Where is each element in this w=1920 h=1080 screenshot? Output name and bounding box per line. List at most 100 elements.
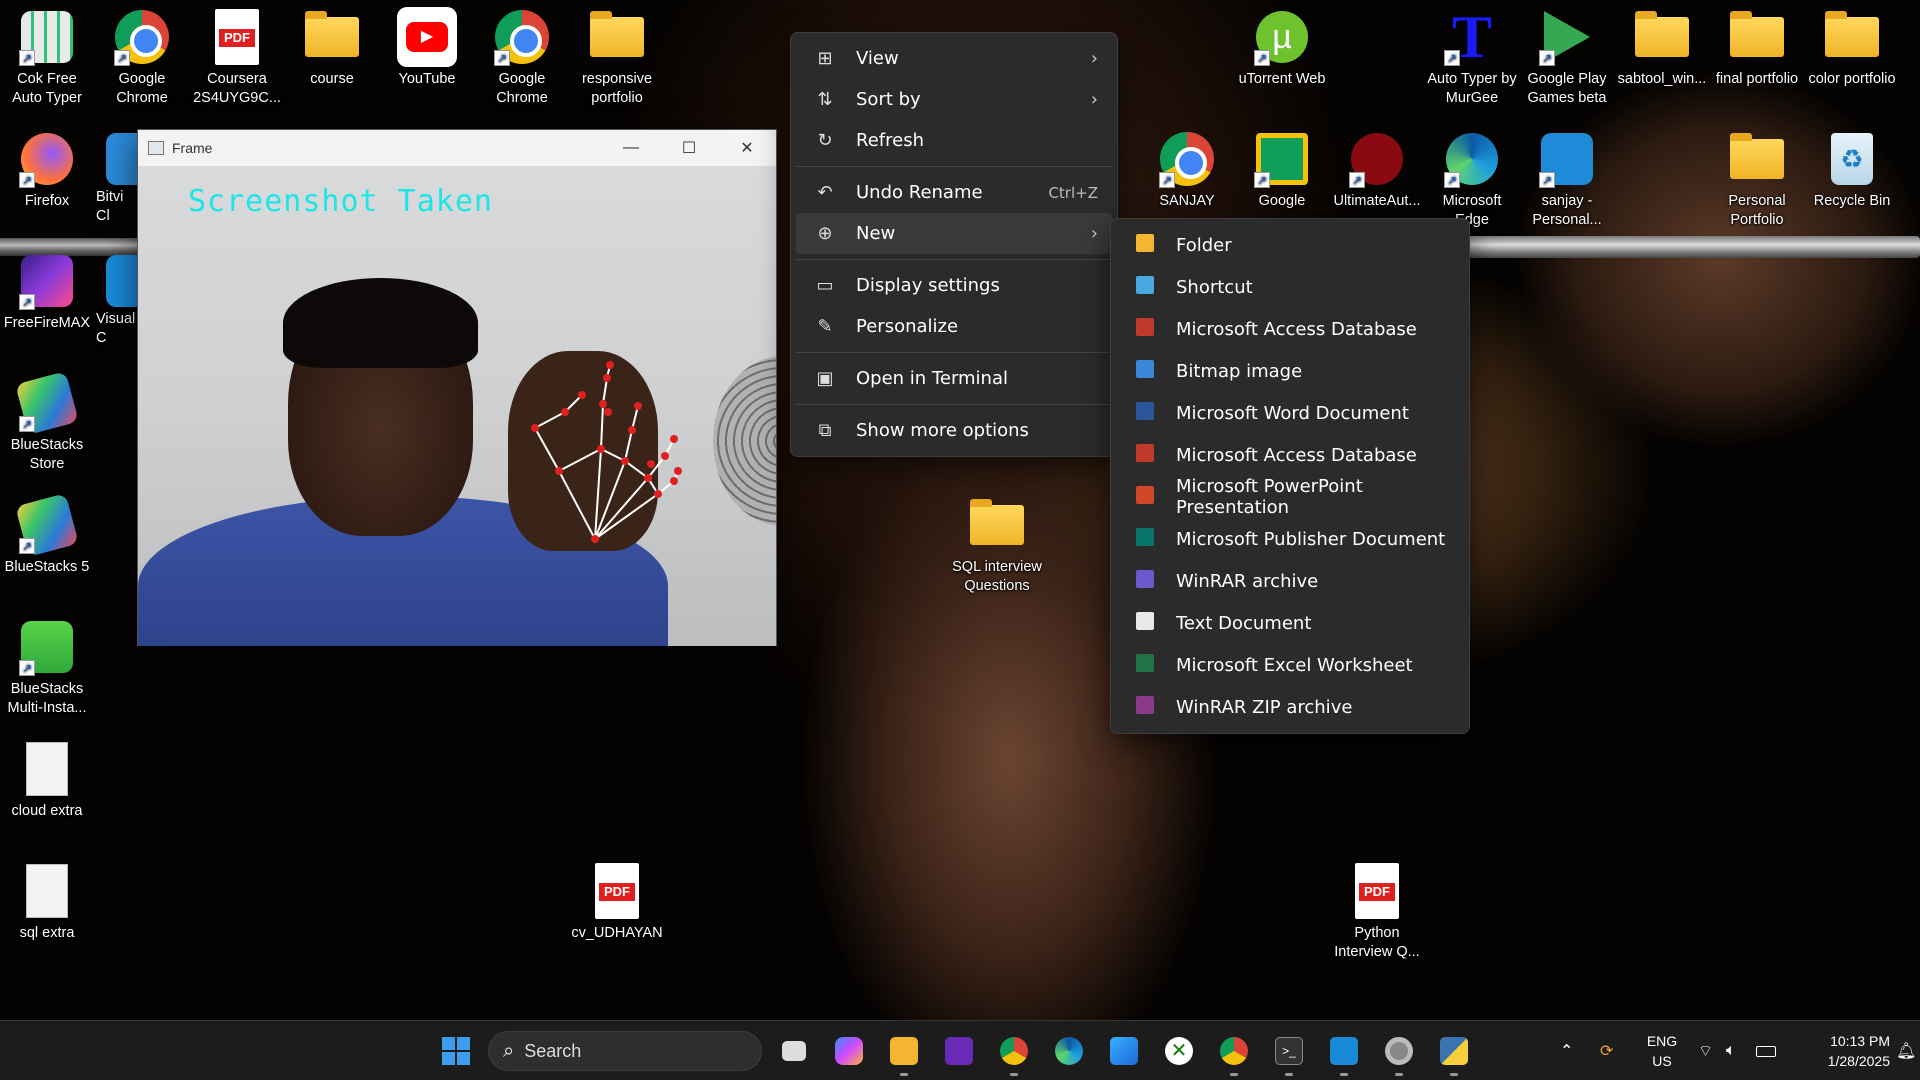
taskbar-file-explorer[interactable]: [884, 1031, 924, 1076]
battery-icon: [1756, 1045, 1776, 1057]
desktop-icon-firefox[interactable]: ↗ Firefox: [1, 130, 93, 211]
menu-item-show-more-options[interactable]: ⧉ Show more options: [796, 410, 1112, 451]
desktop-icon-recycle-bin[interactable]: ♻ Recycle Bin: [1806, 130, 1898, 211]
desktop-icon-cok-free-auto-typer[interactable]: ↗ Cok Free Auto Typer: [1, 8, 93, 108]
menu-item-sort-by[interactable]: ⇅ Sort by ›: [796, 79, 1112, 120]
new-winrar-archive[interactable]: WinRAR archive: [1116, 560, 1464, 602]
desktop-icon-google-chrome-2[interactable]: ↗ Google Chrome: [476, 8, 568, 108]
desktop-icon-personal-portfolio[interactable]: Personal Portfolio: [1711, 130, 1803, 230]
volume-icon: 🔈︎: [1726, 1042, 1736, 1059]
taskbar-chrome-2[interactable]: [1214, 1031, 1254, 1076]
taskbar-xbox[interactable]: ✕: [1159, 1031, 1199, 1071]
desktop-icon-sabtool-folder[interactable]: sabtool_win...: [1616, 8, 1708, 89]
desktop-icon-bluestacks-multi[interactable]: ↗ BlueStacks Multi-Insta...: [1, 618, 93, 718]
desktop-icon-bitvise[interactable]: Bitvi Cl: [96, 130, 140, 226]
menu-separator: [796, 352, 1112, 353]
menu-item-open-in-terminal[interactable]: ▣ Open in Terminal: [796, 358, 1112, 399]
desktop-icon-ultimate-auto[interactable]: ↗ UltimateAut...: [1331, 130, 1423, 211]
taskbar-settings[interactable]: [1379, 1031, 1419, 1076]
desktop-icon-course-folder[interactable]: course: [286, 8, 378, 89]
desktop-icon-sql-extra[interactable]: sql extra: [1, 862, 93, 943]
new-winrar-zip-archive[interactable]: WinRAR ZIP archive: [1116, 686, 1464, 728]
desktop-icon-bluestacks-store[interactable]: ↗ BlueStacks Store: [1, 371, 93, 474]
new-access-database[interactable]: Microsoft Access Database: [1116, 308, 1464, 350]
excel-icon: [1136, 653, 1154, 672]
start-button[interactable]: [436, 1031, 476, 1071]
desktop-icon-google-classroom[interactable]: ↗ Google: [1236, 130, 1328, 211]
tray-battery[interactable]: [1756, 1021, 1776, 1080]
desktop-icon-final-portfolio[interactable]: final portfolio: [1711, 8, 1803, 89]
close-button[interactable]: ✕: [718, 130, 776, 166]
desktop-icon-cv-udhayan[interactable]: PDF cv_UDHAYAN: [571, 862, 663, 943]
frame-window[interactable]: Frame — ☐ ✕ Screenshot Taken: [137, 129, 777, 646]
tray-wifi[interactable]: ⌔: [1698, 1021, 1713, 1080]
chrome-icon: [1000, 1037, 1028, 1065]
undo-icon: ↶: [817, 182, 833, 203]
menu-item-display-settings[interactable]: ▭ Display settings: [796, 265, 1112, 306]
menu-item-personalize[interactable]: ✎ Personalize: [796, 306, 1112, 347]
desktop-icon-utorrent-web[interactable]: µ ↗ uTorrent Web: [1236, 8, 1328, 89]
new-excel-worksheet[interactable]: Microsoft Excel Worksheet: [1116, 644, 1464, 686]
maximize-button[interactable]: ☐: [660, 130, 718, 166]
desktop-icon-onedrive-personal[interactable]: ↗ sanjay - Personal...: [1521, 130, 1613, 230]
desktop-icon-visual-studio-code[interactable]: Visual C: [96, 252, 140, 348]
bitmap-icon: [1136, 359, 1154, 378]
desktop-icon-auto-typer-murgee[interactable]: T ↗ Auto Typer by MurGee: [1426, 7, 1518, 108]
taskbar-copilot[interactable]: [829, 1031, 869, 1071]
search-placeholder: Search: [524, 1040, 582, 1061]
taskbar-app-purple[interactable]: [939, 1031, 979, 1071]
desktop-icon-bluestacks-5[interactable]: ↗ BlueStacks 5: [1, 493, 93, 577]
bitvise-icon: [106, 133, 140, 185]
menu-item-view[interactable]: ⊞ View ›: [796, 38, 1112, 79]
desktop-icon-microsoft-edge[interactable]: ↗ Microsoft Edge: [1426, 130, 1518, 230]
new-shortcut[interactable]: Shortcut: [1116, 266, 1464, 308]
desktop-icon-freefire-max[interactable]: ↗ FreeFireMAX: [1, 252, 93, 333]
desktop-icon-sanjay-chrome[interactable]: ↗ SANJAY: [1141, 130, 1233, 211]
new-bitmap-image[interactable]: Bitmap image: [1116, 350, 1464, 392]
new-text-document[interactable]: Text Document: [1116, 602, 1464, 644]
new-folder[interactable]: Folder: [1116, 224, 1464, 266]
text-file-icon: [26, 742, 68, 796]
desktop-icon-google-play-games[interactable]: ↗ Google Play Games beta: [1521, 8, 1613, 108]
clock[interactable]: 10:13 PM 1/28/2025: [1790, 1031, 1890, 1071]
taskbar-terminal[interactable]: >_: [1269, 1031, 1309, 1076]
taskbar-python[interactable]: [1434, 1031, 1474, 1076]
powerpoint-icon: [1136, 485, 1154, 504]
tray-notifications[interactable]: 🔔︎: [1896, 1021, 1916, 1080]
desktop-icon-youtube[interactable]: ▶ YouTube: [381, 7, 473, 89]
desktop-icon-sql-interview-questions[interactable]: SQL interview Questions: [951, 496, 1043, 596]
copilot-icon: [835, 1037, 863, 1065]
language-indicator[interactable]: ENG US: [1640, 1031, 1684, 1071]
taskbar-photos[interactable]: [1104, 1031, 1144, 1071]
taskbar-search[interactable]: ⌕ Search: [488, 1031, 762, 1071]
desktop-icon-color-portfolio[interactable]: color portfolio: [1806, 8, 1898, 89]
search-icon: ⌕: [503, 1039, 515, 1062]
new-word-document[interactable]: Microsoft Word Document: [1116, 392, 1464, 434]
file-explorer-icon: [890, 1037, 918, 1065]
minimize-button[interactable]: —: [602, 130, 660, 166]
shortcut-icon: [1136, 275, 1154, 294]
new-publisher-document[interactable]: Microsoft Publisher Document: [1116, 518, 1464, 560]
desktop-icon-python-interview[interactable]: PDF Python Interview Q...: [1331, 862, 1423, 962]
desktop-icon-coursera-pdf[interactable]: PDF Coursera 2S4UYG9C...: [191, 8, 283, 108]
desktop-icon-responsive-portfolio[interactable]: responsive portfolio: [571, 8, 663, 108]
winrar-zip-icon: [1136, 695, 1154, 714]
menu-item-refresh[interactable]: ↻ Refresh: [796, 120, 1112, 161]
desktop-icon-google-chrome[interactable]: ↗ Google Chrome: [96, 8, 188, 108]
taskbar-vscode[interactable]: [1324, 1031, 1364, 1076]
desktop-icon-cloud-extra[interactable]: cloud extra: [1, 740, 93, 821]
taskbar-task-view[interactable]: [774, 1031, 814, 1071]
tray-overflow[interactable]: ⌃: [1560, 1021, 1573, 1080]
desktop-context-menu[interactable]: ⊞ View › ⇅ Sort by › ↻ Refresh ↶ Undo Re…: [790, 32, 1118, 457]
new-submenu[interactable]: Folder Shortcut Microsoft Access Databas…: [1110, 218, 1470, 734]
new-access-database-2[interactable]: Microsoft Access Database: [1116, 434, 1464, 476]
taskbar-edge[interactable]: [1049, 1031, 1089, 1071]
tray-volume[interactable]: 🔈︎: [1726, 1021, 1736, 1080]
menu-item-new[interactable]: ⊕ New ›: [796, 213, 1112, 254]
wallpaper-barbell: [1460, 236, 1920, 258]
taskbar-chrome[interactable]: [994, 1031, 1034, 1076]
new-powerpoint-presentation[interactable]: Microsoft PowerPoint Presentation: [1116, 476, 1464, 518]
menu-item-undo-rename[interactable]: ↶ Undo Rename Ctrl+Z: [796, 172, 1112, 213]
tray-sync[interactable]: ⟳: [1600, 1021, 1613, 1080]
frame-titlebar[interactable]: Frame — ☐ ✕: [138, 130, 776, 166]
